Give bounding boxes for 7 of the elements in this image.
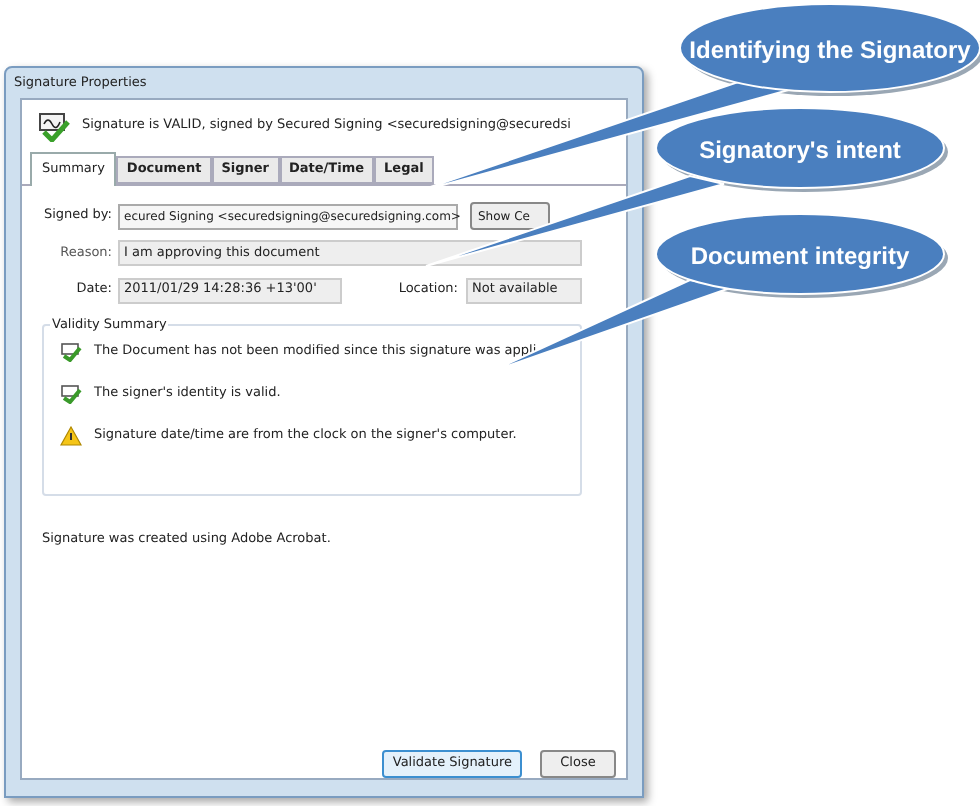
warning-icon bbox=[60, 426, 82, 446]
signature-valid-icon bbox=[38, 111, 70, 141]
callout-text: Identifying the Signatory bbox=[688, 34, 972, 68]
callout-text: Document integrity bbox=[688, 240, 912, 274]
signature-check-icon bbox=[60, 384, 82, 404]
callout-text: Signatory's intent bbox=[697, 134, 903, 168]
signature-check-icon bbox=[60, 342, 82, 362]
